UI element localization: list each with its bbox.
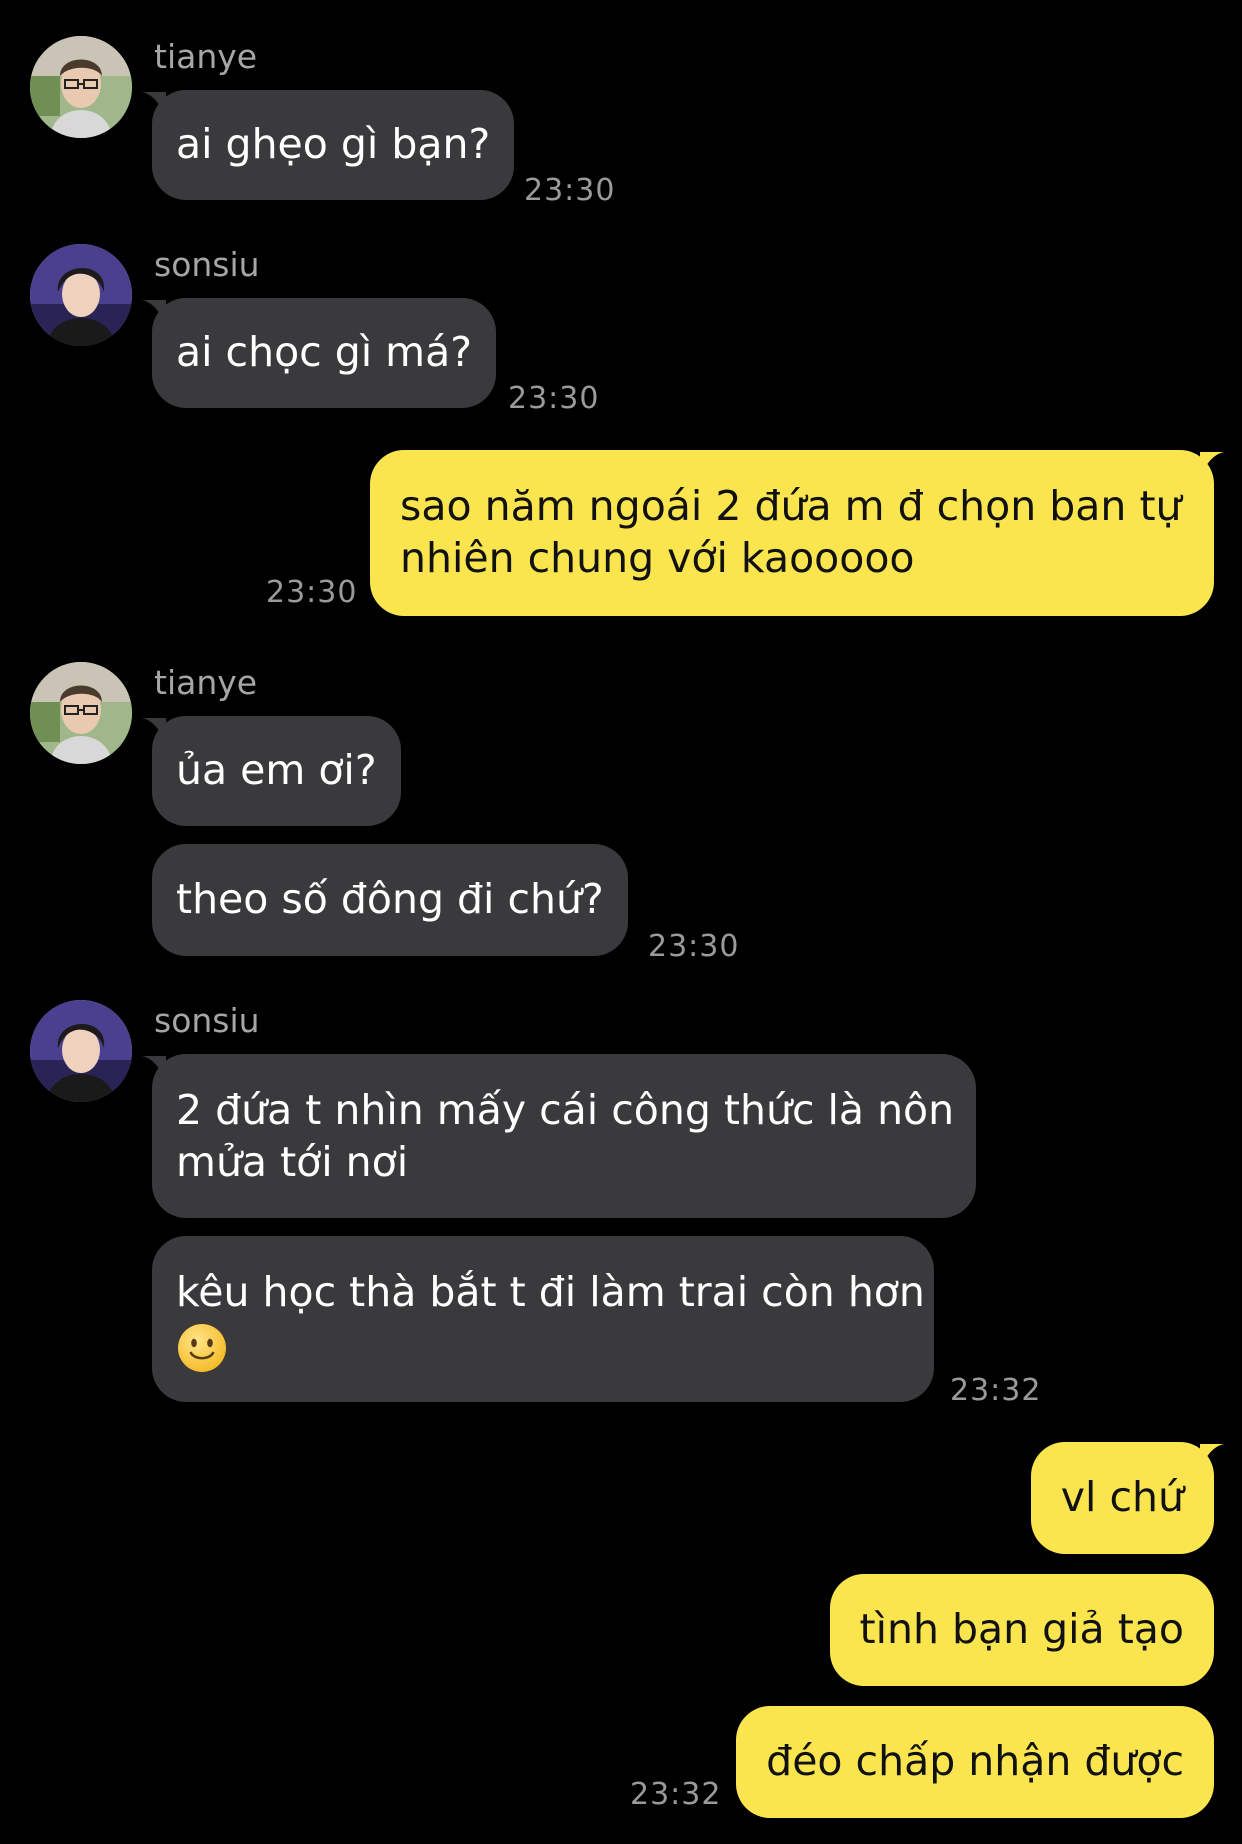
sender-name: sonsiu: [154, 245, 260, 284]
avatar-sonsiu-image: [30, 244, 132, 346]
message-text-line: 2 đứa t nhìn mấy cái công thức là nôn: [176, 1086, 955, 1134]
message-bubble[interactable]: đéo chấp nhận được: [736, 1706, 1214, 1818]
message-text-line: mửa tới nơi: [176, 1138, 409, 1186]
avatar-tianye-image: [30, 36, 132, 138]
message-text: theo số đông đi chứ?: [176, 875, 604, 923]
message-text-line: sao năm ngoái 2 đứa m đ chọn ban tự: [400, 482, 1182, 530]
message-timestamp: 23:30: [266, 575, 358, 610]
message-timestamp: 23:30: [508, 381, 600, 416]
sender-name: tianye: [154, 37, 258, 76]
message-timestamp: 23:30: [524, 173, 616, 208]
message-bubble[interactable]: sao năm ngoái 2 đứa m đ chọn ban tự nhiê…: [370, 450, 1214, 616]
avatar-tianye-image: [30, 662, 132, 764]
sender-name: tianye: [154, 663, 258, 702]
avatar-sonsiu[interactable]: [30, 244, 132, 346]
message-timestamp: 23:32: [630, 1777, 722, 1812]
message-text: tình bạn giả tạo: [859, 1605, 1185, 1653]
message-timestamp: 23:30: [648, 929, 740, 964]
message-bubble[interactable]: 2 đứa t nhìn mấy cái công thức là nôn mử…: [152, 1054, 976, 1218]
avatar-sonsiu[interactable]: [30, 1000, 132, 1102]
message-text: ai chọc gì má?: [176, 328, 473, 376]
slightly-smiling-face-icon: [176, 1322, 228, 1386]
avatar-tianye[interactable]: [30, 662, 132, 764]
message-text-line: kêu học thà bắt t đi làm trai còn hơn: [176, 1268, 925, 1316]
avatar-tianye[interactable]: [30, 36, 132, 138]
message-text: đéo chấp nhận được: [766, 1737, 1184, 1785]
message-bubble[interactable]: tình bạn giả tạo: [829, 1574, 1214, 1686]
message-bubble[interactable]: ai ghẹo gì bạn?: [152, 90, 515, 200]
message-text: ủa em ơi?: [176, 746, 377, 794]
message-bubble[interactable]: theo số đông đi chứ?: [152, 844, 628, 956]
avatar-sonsiu-image: [30, 1000, 132, 1102]
message-text: vl chứ: [1060, 1473, 1184, 1521]
message-bubble[interactable]: vl chứ: [1030, 1442, 1214, 1554]
message-bubble[interactable]: ủa em ơi?: [152, 716, 401, 826]
chat-view[interactable]: tianye ai ghẹo gì bạn? 23:30 sonsiu ai c…: [0, 0, 1242, 1844]
sender-name: sonsiu: [154, 1001, 260, 1040]
message-bubble[interactable]: ai chọc gì má?: [152, 298, 497, 408]
message-bubble[interactable]: kêu học thà bắt t đi làm trai còn hơn: [152, 1236, 934, 1402]
message-text-line: nhiên chung với kaooooo: [400, 534, 915, 582]
message-timestamp: 23:32: [950, 1373, 1042, 1408]
message-text: ai ghẹo gì bạn?: [176, 120, 491, 168]
